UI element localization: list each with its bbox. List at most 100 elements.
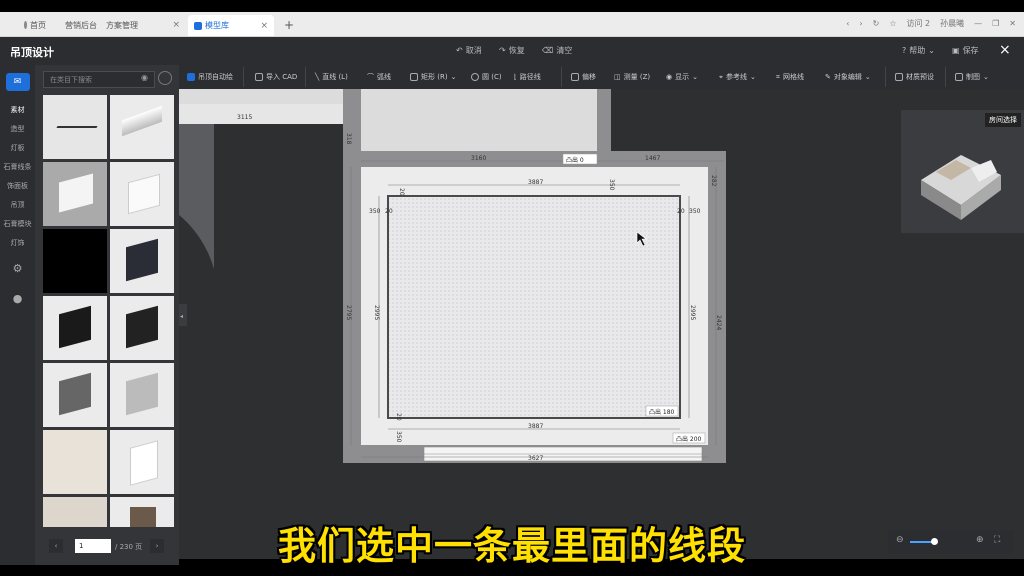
tab-schemes[interactable]: 方案管理 × [100, 16, 186, 34]
window-close-icon[interactable]: ✕ [1009, 19, 1016, 28]
close-button[interactable]: × [999, 42, 1011, 58]
bottom-letterbox [0, 565, 1024, 576]
minimize-icon[interactable]: — [974, 19, 982, 28]
restore-icon[interactable]: ❐ [992, 19, 999, 28]
material-thumb[interactable] [43, 430, 107, 494]
rect-tool[interactable]: 矩形 (R) ⌄ [410, 65, 456, 89]
tab-home[interactable]: 首页 [18, 16, 52, 34]
material-thumb[interactable] [43, 162, 107, 226]
close-icon[interactable]: × [172, 20, 180, 30]
protrude-label: 凸出 0 [566, 156, 584, 164]
browser-tab-bar: 首页 营销后台 方案管理 × 模型库 × + ‹ › ↻ ☆ 访问 2 孙晨曦 … [0, 12, 1024, 37]
redo-label: 恢复 [508, 46, 525, 55]
room-3d-preview [921, 155, 1001, 220]
material-thumb[interactable] [110, 162, 174, 226]
star-icon[interactable]: ☆ [889, 19, 896, 28]
design-canvas[interactable]: 3115 3160 1467 3887 3887 3627 2795 2995 … [179, 89, 1024, 559]
rail-item-shape[interactable]: 造型 [0, 124, 35, 134]
tool-label: 导入 CAD [266, 73, 298, 81]
dim-label: 20 [385, 208, 393, 215]
tool-label: 对象编辑 [833, 73, 862, 81]
rail-item-ceiling[interactable]: 吊顶 [0, 200, 35, 210]
ceiling-inner-rect[interactable] [387, 195, 681, 419]
path-tool[interactable]: ⌊ 路径线 [514, 65, 541, 89]
help-label: 帮助 [909, 46, 926, 55]
close-icon[interactable]: × [260, 21, 268, 31]
material-thumb[interactable] [110, 229, 174, 293]
floor-plan[interactable]: 3115 3160 1467 3887 3887 3627 2795 2995 … [179, 89, 1024, 559]
auto-ceiling-toggle[interactable]: 吊顶自动绘 [187, 65, 233, 89]
chevron-down-icon: ⌄ [692, 73, 698, 81]
material-thumb[interactable] [110, 95, 174, 159]
chevron-down-icon: ⌄ [749, 73, 756, 81]
material-thumb[interactable] [43, 229, 107, 293]
material-thumb[interactable] [110, 430, 174, 494]
redo-icon: ↷ [499, 46, 506, 55]
rail-item-material[interactable]: 素材 [0, 105, 35, 115]
material-thumb[interactable] [110, 363, 174, 427]
tab-label: 首页 [30, 20, 46, 30]
offset-tool[interactable]: 偏移 [571, 65, 596, 89]
material-preset-button[interactable]: 材质预设 [895, 65, 934, 89]
clear-button[interactable]: ⌫ 清空 [542, 45, 572, 56]
material-thumb[interactable] [43, 95, 107, 159]
rail-item-lightboard[interactable]: 灯板 [0, 143, 35, 153]
drawing-menu[interactable]: 制图 ⌄ [955, 65, 989, 89]
guide-menu[interactable]: ⌖ 参考线 ⌄ [719, 65, 756, 89]
rail-item-panel[interactable]: 饰面板 [0, 181, 35, 191]
tab-marketing[interactable]: 营销后台 [56, 16, 100, 34]
material-thumb[interactable] [43, 363, 107, 427]
import-cad-button[interactable]: 导入 CAD [255, 65, 297, 89]
mail-icon[interactable]: ✉ [0, 73, 35, 91]
user-count: 访问 2 [906, 19, 931, 28]
refresh-icon[interactable]: ↻ [873, 19, 880, 28]
divider [885, 67, 886, 87]
rail-item-lamp[interactable]: 灯饰 [0, 238, 35, 248]
help-button[interactable]: ? 帮助 ⌄ [902, 45, 935, 56]
clear-label: 清空 [556, 46, 573, 55]
tab-model-library[interactable]: 模型库 × [188, 15, 274, 36]
room-minimap[interactable]: 房间选择 [901, 110, 1024, 233]
user-name[interactable]: 孙晨曦 [940, 18, 964, 29]
circle-icon [471, 73, 479, 81]
camera-icon[interactable]: ◉ [141, 73, 148, 82]
object-edit-menu[interactable]: ✎ 对象编辑 ⌄ [825, 65, 871, 89]
new-tab-button[interactable]: + [278, 16, 298, 34]
divider [561, 67, 562, 87]
tool-label: 矩形 (R) [421, 73, 448, 81]
material-thumb[interactable] [43, 296, 107, 360]
forward-icon[interactable]: › [859, 19, 862, 28]
grid-icon: ⌗ [776, 72, 780, 81]
save-icon: ▣ [952, 46, 960, 55]
material-panel: 在类目下搜索 ◉ ‹ 1 / 230 页 › [35, 65, 179, 576]
dim-label: 318 [345, 133, 352, 145]
chevron-down-icon: ⌄ [864, 73, 871, 81]
undo-icon: ↶ [456, 46, 463, 55]
arc-tool[interactable]: ⌒ 弧线 [367, 65, 391, 89]
rail-item-gypsum-line[interactable]: 石膏线条 [0, 162, 35, 172]
search-icon[interactable] [158, 71, 172, 85]
tool-label: 显示 [675, 73, 690, 81]
material-thumb[interactable] [110, 296, 174, 360]
rail-item-gypsum-module[interactable]: 石膏模块 [0, 219, 35, 229]
line-tool[interactable]: ╲ 直线 (L) [315, 65, 348, 89]
search-input[interactable]: 在类目下搜索 [43, 71, 155, 88]
settings-icon[interactable]: ⚙ [0, 262, 35, 275]
tab-label: 营销后台 [65, 20, 97, 30]
measure-tool[interactable]: ◫ 测量 (Z) [614, 65, 650, 89]
save-button[interactable]: ▣ 保存 [952, 45, 979, 56]
video-subtitle: 我们选中一条最里面的线段 [277, 524, 746, 568]
tool-label: 圆 (C) [482, 73, 502, 81]
divider [243, 67, 244, 87]
circle-tool[interactable]: 圆 (C) [471, 65, 502, 89]
redo-button[interactable]: ↷ 恢复 [499, 45, 525, 56]
tool-label: 制图 [966, 73, 980, 81]
grid-menu[interactable]: ⌗ 网格线 [776, 65, 804, 89]
undo-button[interactable]: ↶ 取消 [456, 45, 482, 56]
display-menu[interactable]: ◉ 显示 ⌄ [666, 65, 698, 89]
arc-icon: ⌒ [367, 73, 374, 81]
divider [945, 67, 946, 87]
user-icon[interactable]: ● [0, 292, 35, 305]
back-icon[interactable]: ‹ [846, 19, 849, 28]
offset-icon [571, 73, 579, 81]
